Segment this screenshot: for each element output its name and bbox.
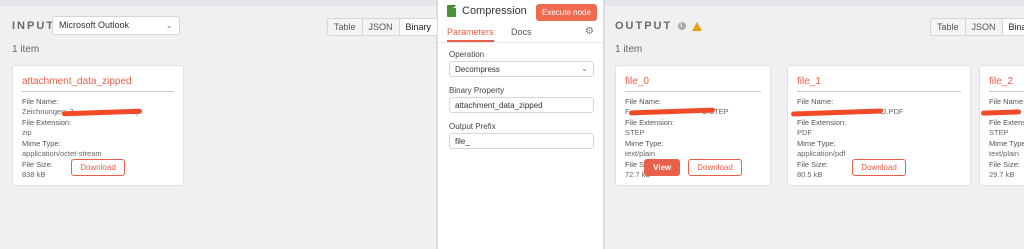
file-name-value: Zeichnungen_2.zip [22,107,174,117]
file-size-value: 29.7 kB [989,170,1015,179]
file-extension-label: File Extension: [797,118,847,127]
redaction-mark [980,109,1022,116]
mime-type-label: Mime Type: [797,139,836,148]
operation-label: Operation [449,50,485,59]
operation-select[interactable]: Decompress ⌄ [449,61,594,77]
output-tab-binary[interactable]: Binary [1002,19,1024,35]
output-tab-json[interactable]: JSON [966,19,1003,35]
tab-docs[interactable]: Docs [511,27,532,37]
chevron-down-icon: ⌄ [581,64,588,73]
compression-file-icon [447,5,456,17]
top-strip [605,0,1024,6]
input-tab-json[interactable]: JSON [363,19,400,35]
file-name-value: D.PDF [790,107,961,117]
input-node-select[interactable]: Microsoft Outlook ⌄ [52,16,180,35]
output-prefix-label: Output Prefix [449,122,496,131]
download-button[interactable]: Download [71,159,125,176]
input-binary-card: attachment_data_zipped File Name: Zeichn… [12,65,184,186]
file-size-label: File Size: [989,160,1020,169]
file-name-value [980,107,1024,117]
execute-node-button[interactable]: Execute node [536,4,597,21]
file-name-label: File Name: [22,97,59,106]
redaction-mark [790,108,884,117]
download-button[interactable]: Download [852,159,906,176]
node-tabs: Parameters Docs [438,27,603,43]
mime-type-value: text/plain [625,149,656,158]
mime-type-value: application/pdf [797,149,846,158]
file-extension-value: zip [22,128,32,137]
binary-property-input[interactable]: attachment_data_zipped [449,97,594,113]
file-extension-value: STEP [625,128,645,137]
view-button[interactable]: View [644,159,681,176]
mime-type-label: Mime Type: [625,139,664,148]
output-tab-table[interactable]: Table [931,19,966,35]
mime-type-label: Mime Type: [22,139,61,148]
input-label: INPUT [12,20,55,32]
output-label: OUTPUT i [615,20,703,32]
mime-type-label: Mime Type: [989,139,1024,148]
file-name-label: File Name: [989,97,1024,106]
download-button[interactable]: Download [688,159,742,176]
output-binary-card: file_1 File Name: D.PDF File Extension: … [787,65,971,186]
operation-value: Decompress [455,65,500,74]
output-prefix-input[interactable]: file_ [449,133,594,149]
input-item-count: 1 item [12,44,40,55]
mime-type-value: text/plain [989,149,1020,158]
warning-icon[interactable] [692,21,703,31]
output-pane: OUTPUTi Table JSON Binary 1 item file_0 … [604,0,1024,249]
file-extension-label: File Extension: [625,118,675,127]
card-title: file_1 [797,74,961,92]
tab-parameters[interactable]: Parameters [447,27,494,42]
output-prefix-value: file_ [455,137,470,146]
file-extension-label: File Extension: [989,118,1024,127]
file-extension-label: File Extension: [22,118,72,127]
input-tab-binary[interactable]: Binary [399,19,438,35]
input-tab-table[interactable]: Table [328,19,363,35]
node-title: Compression [462,5,527,17]
gear-icon[interactable]: ⚙ [585,26,594,37]
file-name-label: File Name: [625,97,662,106]
node-panel: Compression Execute node Parameters Docs… [437,0,604,249]
info-icon[interactable]: i [678,22,687,31]
input-node-select-value: Microsoft Outlook [59,20,130,30]
card-title: attachment_data_zipped [22,74,174,92]
file-extension-value: STEP [989,128,1009,137]
binary-property-value: attachment_data_zipped [455,101,543,110]
chevron-down-icon: ⌄ [165,20,173,30]
input-view-tabs: Table JSON Binary [327,18,439,36]
input-pane: INPUT Microsoft Outlook ⌄ Table JSON Bin… [0,0,439,249]
file-extension-value: PDF [797,128,812,137]
mime-type-value: application/octet-stream [22,149,102,158]
file-name-label: File Name: [797,97,834,106]
card-title: file_0 [625,74,761,92]
output-view-tabs: Table JSON Binary [930,18,1024,36]
binary-property-label: Binary Property [449,86,505,95]
card-title: file_2 [989,74,1024,92]
top-strip [0,0,436,6]
output-binary-card: file_2 File Name: File Extension: STEP M… [979,65,1024,186]
output-binary-card: file_0 File Name: F C.STEP File Extension… [615,65,771,186]
file-name-value: F C.STEP [625,107,729,116]
output-item-count: 1 item [615,44,643,55]
